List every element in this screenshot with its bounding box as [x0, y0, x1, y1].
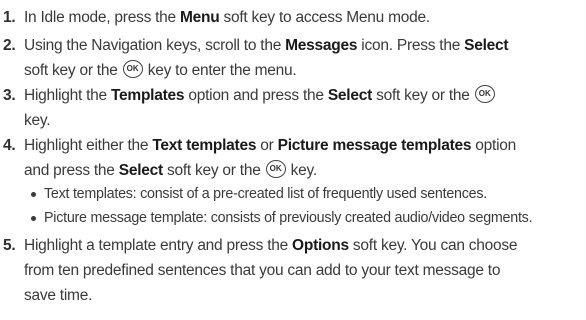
- step-number: 3.: [3, 87, 16, 104]
- step-text: In Idle mode, press the: [24, 9, 180, 26]
- step-line: Highlight a template entry and press the…: [24, 235, 518, 257]
- step-line: and press the Select soft key or the OK …: [24, 160, 317, 182]
- step-line: Highlight either the Text templates or P…: [24, 135, 516, 157]
- step-line: from ten predefined sentences that you c…: [24, 260, 500, 282]
- step-text: soft key or the: [162, 162, 265, 179]
- step-text: from ten predefined sentences that you c…: [24, 262, 501, 279]
- step-line: save time.: [24, 285, 92, 307]
- bold-term: Text templates: [152, 137, 257, 154]
- bold-term: Menu: [179, 9, 220, 26]
- step-text: soft key or the: [372, 87, 474, 104]
- step-number: 1.: [3, 9, 16, 26]
- ok-key-icon: OK: [122, 60, 143, 79]
- step-text: soft key. You can choose: [348, 237, 518, 254]
- step-text: option and press the: [184, 87, 328, 104]
- step-line: soft key or the OK key to enter the menu…: [24, 60, 297, 82]
- step-text: icon. Press the: [357, 37, 465, 54]
- ok-key-icon: OK: [474, 85, 495, 104]
- bold-term: Select: [118, 162, 163, 179]
- step-text: soft key to access Menu mode.: [219, 9, 431, 26]
- step-text: option: [471, 137, 517, 154]
- step-line: Using the Navigation keys, scroll to the…: [24, 35, 509, 57]
- bold-term: Select: [327, 87, 373, 104]
- step-text: soft key or the: [24, 62, 122, 79]
- bold-term: Picture message templates: [277, 137, 472, 154]
- step-line: key.: [24, 110, 51, 132]
- step-line: In Idle mode, press the Menu soft key to…: [24, 7, 430, 29]
- step-text: or: [256, 137, 278, 154]
- bold-term: Options: [292, 237, 349, 254]
- step-number: 4.: [3, 137, 16, 154]
- step-text: save time.: [24, 287, 93, 304]
- step-text: key to enter the menu.: [143, 62, 297, 79]
- ok-key-icon: OK: [265, 160, 286, 179]
- step-text: and press the: [24, 162, 119, 179]
- step-line: Highlight the Templates option and press…: [24, 85, 496, 107]
- step-number: 2.: [3, 37, 16, 54]
- step-text: Highlight the: [24, 87, 111, 104]
- step-text: key.: [286, 162, 318, 179]
- step-text: key.: [24, 112, 51, 129]
- bold-term: Messages: [285, 37, 358, 54]
- step-text: Using the Navigation keys, scroll to the: [24, 37, 286, 54]
- bold-term: Select: [464, 37, 509, 54]
- step-text: Highlight either the: [24, 137, 153, 154]
- bullet-text: Picture message template: consists of pr…: [44, 210, 533, 226]
- step-text: Highlight a template entry and press the: [24, 237, 293, 254]
- step-number: 5.: [3, 237, 16, 254]
- bullet-icon: [31, 216, 36, 221]
- bullet-icon: [31, 192, 36, 197]
- bold-term: Templates: [110, 87, 185, 104]
- bullet-text: Text templates: consist of a pre-created…: [44, 186, 487, 202]
